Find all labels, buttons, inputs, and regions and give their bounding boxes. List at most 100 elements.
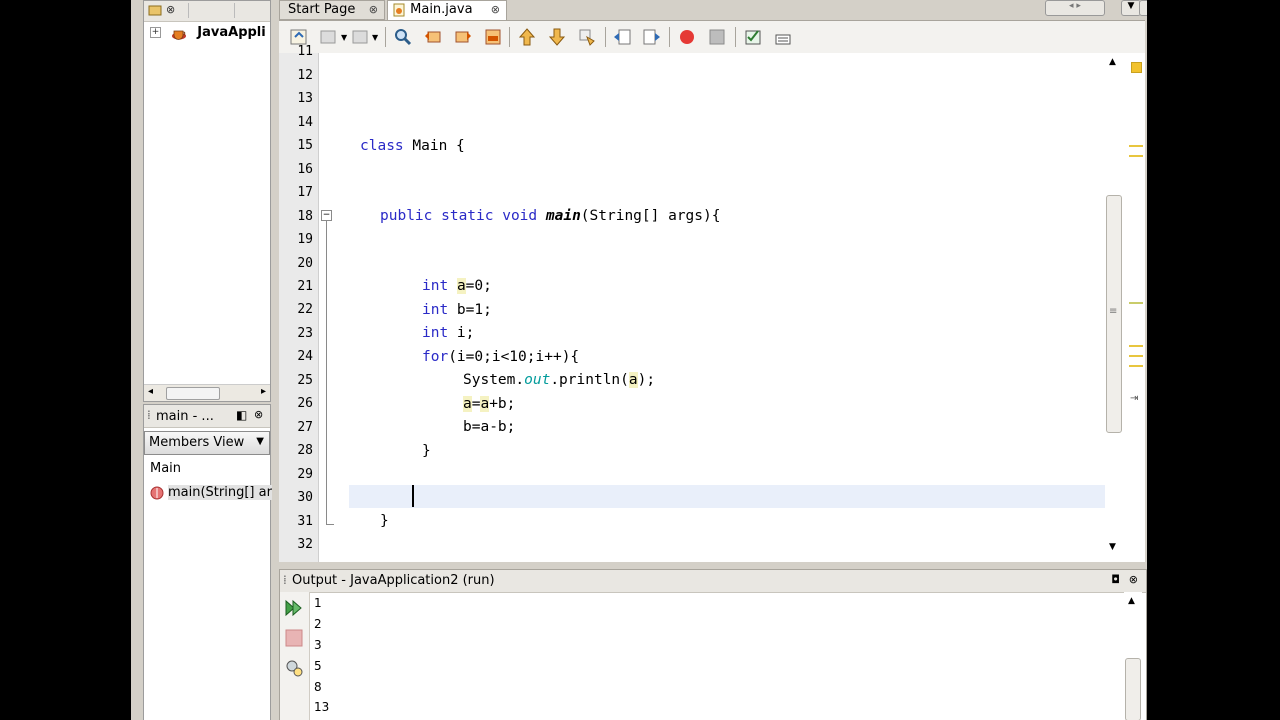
java-file-icon [393, 3, 405, 16]
text-caret [412, 485, 414, 507]
line-number: 28 [297, 443, 313, 458]
line-number: 29 [297, 467, 313, 482]
fold-collapse-icon[interactable]: − [321, 210, 332, 221]
code-line-31: } [380, 513, 389, 529]
maximize-window-icon[interactable] [1139, 0, 1147, 16]
tab-label: Start Page [288, 2, 356, 17]
back-icon[interactable] [351, 27, 371, 47]
navigator-method-node[interactable]: main(String[] ar [150, 485, 272, 500]
letterbox-right [1147, 0, 1280, 720]
find-icon[interactable] [393, 27, 413, 47]
last-edit-dropdown-icon[interactable]: ▼ [341, 33, 347, 42]
status-marker-icon [1131, 62, 1142, 73]
tab-scroll-buttons[interactable]: ◂ ▸ [1045, 0, 1105, 16]
code-line-24: for(i=0;i<10;i++){ [422, 349, 580, 365]
method-label: main(String[] ar [168, 485, 272, 500]
minimize-window-icon[interactable]: ◧ [236, 408, 247, 422]
find-next-icon[interactable] [453, 27, 473, 47]
line-number: 24 [297, 349, 313, 364]
minimize-window-icon[interactable]: ◘ [1111, 573, 1120, 586]
uncomment-icon[interactable] [773, 27, 793, 47]
output-line: 2 [314, 617, 322, 631]
last-edit-icon[interactable] [319, 27, 339, 47]
scroll-up-arrow-icon[interactable]: ▲ [1128, 596, 1135, 606]
line-number: 30 [297, 490, 313, 505]
scroll-up-arrow-icon[interactable]: ▲ [1109, 57, 1116, 67]
navigator-title: main - ... [156, 409, 214, 424]
projects-hscroll-thumb[interactable] [166, 387, 220, 400]
close-icon[interactable]: ⊗ [1129, 573, 1138, 586]
record-macro-icon[interactable] [677, 27, 697, 47]
occurrence-mark[interactable] [1129, 145, 1143, 147]
shift-right-icon[interactable] [641, 27, 661, 47]
occurrence-mark[interactable] [1129, 365, 1143, 367]
files-tab[interactable] [188, 3, 225, 18]
editor-vscrollbar[interactable]: ▲ ≡ ▼ [1105, 53, 1123, 562]
tab-close-icon[interactable]: ⊗ [491, 1, 500, 19]
java-project-icon [172, 30, 187, 40]
line-number: 21 [297, 279, 313, 294]
method-icon [150, 486, 164, 499]
scroll-down-arrow-icon[interactable]: ▼ [1109, 542, 1116, 552]
tab-start-page[interactable]: Start Page ⊗ [279, 0, 385, 20]
code-line-26: a=a+b; [463, 396, 516, 412]
line-number: 25 [297, 373, 313, 388]
navigator-class-node[interactable]: Main [150, 461, 181, 476]
tab-list-dropdown-icon[interactable]: ▼ [1121, 0, 1141, 16]
stop-icon[interactable] [284, 628, 304, 648]
projects-tab-close[interactable]: ⊗ [166, 3, 175, 18]
line-number: 15 [297, 138, 313, 153]
next-bookmark-icon[interactable] [547, 27, 567, 47]
members-view-label: Members View [149, 435, 245, 450]
stop-macro-icon[interactable] [707, 27, 727, 47]
line-number: 26 [297, 396, 313, 411]
toggle-bookmark-icon[interactable] [577, 27, 597, 47]
line-number: 27 [297, 420, 313, 435]
occurrence-mark[interactable] [1129, 155, 1143, 157]
output-line: 8 [314, 680, 322, 694]
scroll-left-arrow-icon[interactable]: ◂ [148, 386, 153, 397]
error-stripe[interactable]: ⇥ [1127, 53, 1145, 562]
previous-bookmark-icon[interactable] [517, 27, 537, 47]
code-line-15: class Main { [360, 138, 465, 154]
line-number: 18 [297, 209, 313, 224]
line-number: 11 [297, 44, 313, 59]
toggle-highlight-icon[interactable] [483, 27, 503, 47]
services-tab[interactable] [234, 3, 265, 18]
code-line-18: public static void main(String[] args){ [380, 208, 721, 224]
caret-position-icon: ⇥ [1130, 393, 1139, 404]
drag-handle-icon[interactable]: ⁞ [147, 408, 151, 422]
members-view-combo[interactable]: Members View ▼ [144, 431, 270, 455]
find-previous-icon[interactable] [423, 27, 443, 47]
tab-close-icon[interactable]: ⊗ [369, 1, 378, 19]
occurrence-mark[interactable] [1129, 355, 1143, 357]
close-icon[interactable]: ⊗ [254, 408, 263, 421]
projects-tab[interactable] [148, 3, 162, 18]
scroll-right-arrow-icon[interactable]: ▸ [261, 386, 266, 397]
fold-guide [326, 221, 327, 524]
editor-vscroll-thumb[interactable]: ≡ [1106, 195, 1122, 433]
chevron-down-icon: ▼ [256, 436, 264, 447]
projects-hscrollbar[interactable]: ◂ ▸ [144, 384, 270, 401]
settings-icon[interactable] [284, 658, 304, 678]
drag-handle-icon[interactable]: ⁞ [283, 573, 287, 587]
tab-main-java[interactable]: Main.java ⊗ [387, 0, 507, 20]
comment-icon[interactable] [743, 27, 763, 47]
rerun-icon[interactable] [284, 598, 304, 618]
ide-window: ⊗ + JavaAppli ◂ ▸ ⁞ main - ... ◧ ⊗ Membe… [131, 0, 1147, 720]
output-vscrollbar[interactable]: ▲ [1124, 592, 1142, 720]
occurrence-mark[interactable] [1129, 345, 1143, 347]
navigator-header: ⁞ main - ... ◧ ⊗ [144, 405, 270, 428]
line-number: 22 [297, 302, 313, 317]
code-line-22: int b=1; [422, 302, 492, 318]
tree-expander[interactable]: + [150, 27, 161, 38]
output-panel: ⁞ Output - JavaApplication2 (run) ◘ ⊗ 1 … [279, 569, 1147, 720]
line-number-gutter: 11 12 13 14 15 16 17 18 19 20 21 22 23 2… [279, 44, 319, 562]
occurrence-mark[interactable] [1129, 302, 1143, 304]
code-editor[interactable]: 11 12 13 14 15 16 17 18 19 20 21 22 23 2… [279, 44, 1145, 562]
shift-left-icon[interactable] [613, 27, 633, 47]
output-vscroll-thumb[interactable] [1125, 658, 1141, 720]
fold-guide-end [326, 524, 334, 525]
back-dropdown-icon[interactable]: ▼ [372, 33, 378, 42]
project-node-label[interactable]: JavaAppli [197, 25, 265, 40]
